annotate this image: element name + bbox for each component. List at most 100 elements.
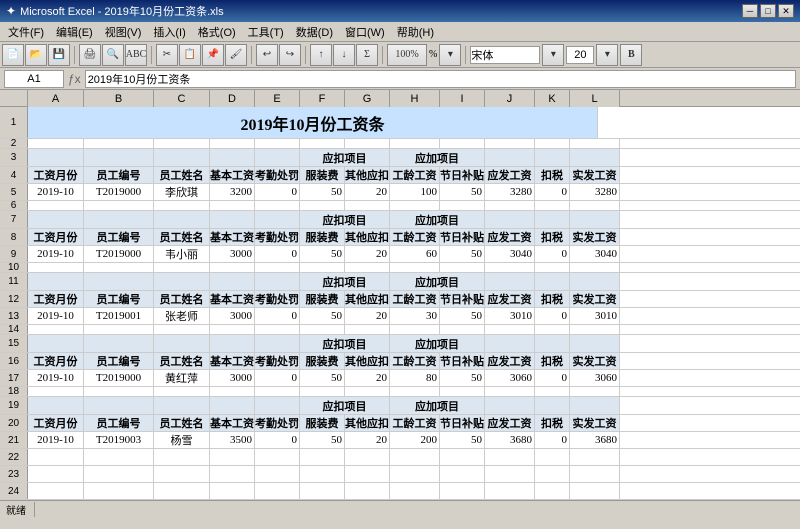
header-attendance[interactable]: 考勤处罚	[255, 167, 300, 183]
cell-6l[interactable]	[570, 201, 620, 210]
font-size-input[interactable]	[566, 46, 594, 64]
data-row2-name[interactable]: 韦小丽	[154, 246, 210, 262]
print-button[interactable]: 🖨	[79, 44, 101, 66]
col-header-a[interactable]: A	[28, 90, 84, 107]
cell-3k[interactable]	[535, 149, 570, 166]
header-payable[interactable]: 应发工资	[485, 167, 535, 183]
header-wage-month[interactable]: 工资月份	[28, 167, 84, 183]
font-dropdown-button[interactable]: ▾	[542, 44, 564, 66]
cell-7c[interactable]	[154, 211, 210, 228]
font-size-dropdown-button[interactable]: ▾	[596, 44, 618, 66]
header-emp-id[interactable]: 员工编号	[84, 167, 154, 183]
formula-input[interactable]	[85, 70, 796, 88]
cut-button[interactable]: ✂	[156, 44, 178, 66]
data-row1-empid[interactable]: T2019000	[84, 184, 154, 200]
data-row4-empid[interactable]: T2019000	[84, 370, 154, 386]
data-row1-seniority[interactable]: 100	[390, 184, 440, 200]
cell-3l[interactable]	[570, 149, 620, 166]
maximize-button[interactable]: □	[760, 4, 776, 18]
cell-deduct-header-4[interactable]: 应扣项目	[300, 335, 390, 352]
cell-6f[interactable]	[300, 201, 345, 210]
cell-6i[interactable]	[440, 201, 485, 210]
cell-add-header-3[interactable]: 应加项目	[390, 273, 485, 290]
col-header-k[interactable]: K	[535, 90, 570, 107]
save-button[interactable]: 💾	[48, 44, 70, 66]
header2-actual[interactable]: 实发工资	[570, 229, 620, 245]
close-button[interactable]: ✕	[778, 4, 794, 18]
data-row1-actual[interactable]: 3280	[570, 184, 620, 200]
data-row2-holiday[interactable]: 50	[440, 246, 485, 262]
header-holiday[interactable]: 节日补贴	[440, 167, 485, 183]
col-header-d[interactable]: D	[210, 90, 255, 107]
col-header-f[interactable]: F	[300, 90, 345, 107]
header-base-salary[interactable]: 基本工资	[210, 167, 255, 183]
cell-7b[interactable]	[84, 211, 154, 228]
cell-3e[interactable]	[255, 149, 300, 166]
header2-emp-name[interactable]: 员工姓名	[154, 229, 210, 245]
cell-6b[interactable]	[84, 201, 154, 210]
header-actual[interactable]: 实发工资	[570, 167, 620, 183]
data-row1-name[interactable]: 李欣琪	[154, 184, 210, 200]
col-header-g[interactable]: G	[345, 90, 390, 107]
cell-add-header-5[interactable]: 应加项目	[390, 397, 485, 414]
open-button[interactable]: 📂	[25, 44, 47, 66]
cell-add-header-2[interactable]: 应加项目	[390, 211, 485, 228]
header-tax[interactable]: 扣税	[535, 167, 570, 183]
col-header-j[interactable]: J	[485, 90, 535, 107]
cell-6h[interactable]	[390, 201, 440, 210]
header-other-deduct[interactable]: 其他应扣	[345, 167, 390, 183]
cell-6e[interactable]	[255, 201, 300, 210]
data-row1-attend[interactable]: 0	[255, 184, 300, 200]
cell-3c[interactable]	[154, 149, 210, 166]
cell-add-header[interactable]: 应加项目	[390, 149, 485, 166]
font-name-input[interactable]	[470, 46, 540, 64]
data-row1-month[interactable]: 2019-10	[28, 184, 84, 200]
cell-6c[interactable]	[154, 201, 210, 210]
cell-deduct-header-2[interactable]: 应扣项目	[300, 211, 390, 228]
new-button[interactable]: 📄	[2, 44, 24, 66]
header-seniority[interactable]: 工龄工资	[390, 167, 440, 183]
data-row2-tax[interactable]: 0	[535, 246, 570, 262]
data-row2-actual[interactable]: 3040	[570, 246, 620, 262]
cell-6g[interactable]	[345, 201, 390, 210]
data-row2-seniority[interactable]: 60	[390, 246, 440, 262]
col-header-l[interactable]: L	[570, 90, 620, 107]
menu-edit[interactable]: 编辑(E)	[50, 23, 99, 41]
header2-other[interactable]: 其他应扣	[345, 229, 390, 245]
paste-button[interactable]: 📌	[202, 44, 224, 66]
cell-2f[interactable]	[300, 139, 345, 148]
bold-button[interactable]: B	[620, 44, 642, 66]
cell-6k[interactable]	[535, 201, 570, 210]
cell-deduct-header[interactable]: 应扣项目	[300, 149, 390, 166]
menu-window[interactable]: 窗口(W)	[339, 23, 391, 41]
format-painter-button[interactable]: 🖌	[225, 44, 247, 66]
cell-2b[interactable]	[84, 139, 154, 148]
cell-2j[interactable]	[485, 139, 535, 148]
undo-button[interactable]: ↩	[256, 44, 278, 66]
menu-view[interactable]: 视图(V)	[99, 23, 148, 41]
cell-6a[interactable]	[28, 201, 84, 210]
data-row2-attend[interactable]: 0	[255, 246, 300, 262]
col-header-b[interactable]: B	[84, 90, 154, 107]
cell-2c[interactable]	[154, 139, 210, 148]
cell-deduct-header-3[interactable]: 应扣项目	[300, 273, 390, 290]
zoom-selector[interactable]: 100%	[387, 44, 427, 66]
title-cell[interactable]: 2019年10月份工资条	[28, 107, 598, 138]
zoom-dropdown-button[interactable]: ▾	[439, 44, 461, 66]
cell-6d[interactable]	[210, 201, 255, 210]
header2-holiday[interactable]: 节日补贴	[440, 229, 485, 245]
cell-7l[interactable]	[570, 211, 620, 228]
cell-3a[interactable]	[28, 149, 84, 166]
menu-file[interactable]: 文件(F)	[2, 23, 50, 41]
data-row2-clothing[interactable]: 50	[300, 246, 345, 262]
header2-wage-month[interactable]: 工资月份	[28, 229, 84, 245]
cell-2d[interactable]	[210, 139, 255, 148]
window-controls[interactable]: ─ □ ✕	[742, 4, 794, 18]
cell-3d[interactable]	[210, 149, 255, 166]
spellcheck-button[interactable]: ABC	[125, 44, 147, 66]
cell-2h[interactable]	[390, 139, 440, 148]
cell-7j[interactable]	[485, 211, 535, 228]
cell-7d[interactable]	[210, 211, 255, 228]
data-row3-empid[interactable]: T2019001	[84, 308, 154, 324]
col-header-e[interactable]: E	[255, 90, 300, 107]
